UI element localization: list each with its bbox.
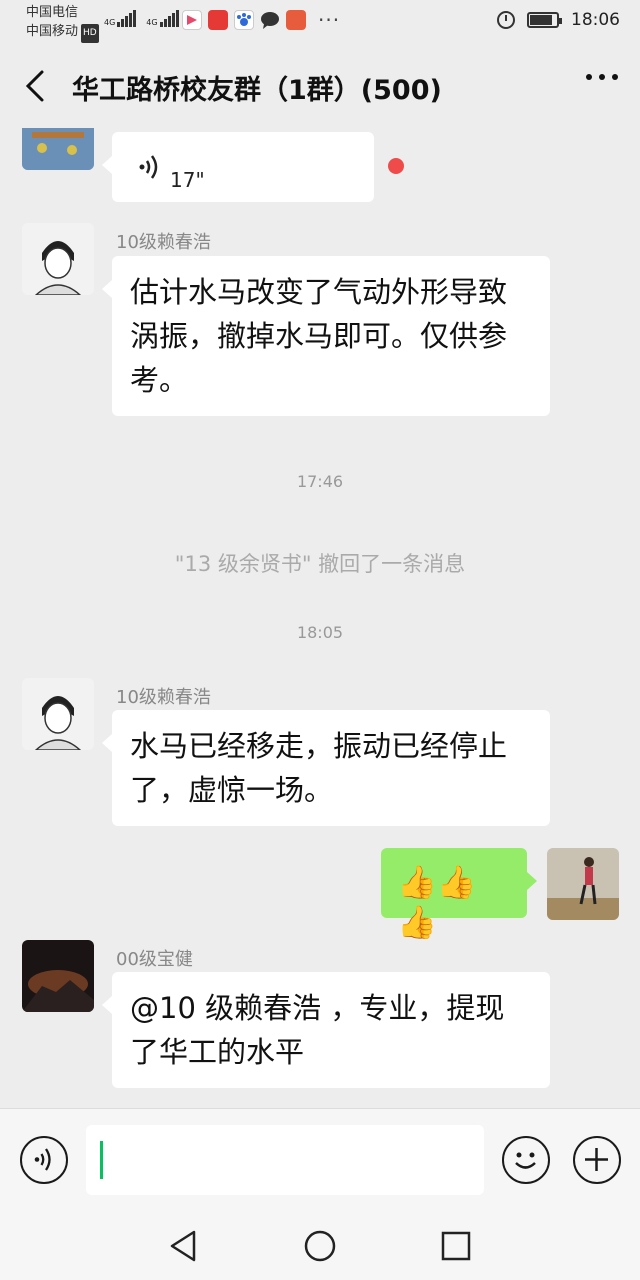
signal-icon: 4G xyxy=(104,10,137,27)
status-bar: 中国电信 中国移动 HD 4G 4G ··· 18:06 xyxy=(0,0,640,44)
message-list[interactable]: 17" 10级赖春浩 估计水马改变了气动外形导致涡振，撤掉水马即可。仅供参考。 … xyxy=(0,128,640,1108)
carrier-info: 中国电信 中国移动 HD xyxy=(26,3,99,43)
voice-wave-icon xyxy=(139,155,158,179)
battery-icon xyxy=(527,12,562,28)
recall-notice: "13 级余贤书" 撤回了一条消息 xyxy=(174,552,466,576)
alarm-icon xyxy=(497,11,515,29)
emoji-button[interactable] xyxy=(502,1136,550,1184)
signal-icon: 4G xyxy=(146,10,179,27)
dot-icon xyxy=(612,74,618,80)
carrier-2: 中国移动 xyxy=(26,24,79,39)
square-recents-icon xyxy=(441,1231,471,1261)
circle-home-icon xyxy=(304,1230,336,1262)
status-right: 18:06 xyxy=(497,10,620,30)
sender-name: 10级赖春浩 xyxy=(116,232,211,253)
avatar[interactable] xyxy=(22,940,94,1012)
dot-icon xyxy=(586,74,592,80)
avatar[interactable] xyxy=(22,223,94,295)
more-options-button[interactable] xyxy=(586,74,618,80)
message-bubble[interactable]: 估计水马改变了气动外形导致涡振，撤掉水马即可。仅供参考。 xyxy=(102,256,550,416)
app-notification-icon xyxy=(208,10,228,30)
nav-back-button[interactable] xyxy=(164,1226,204,1266)
message-bubble[interactable]: 水马已经移走，振动已经停止了，虚惊一场。 xyxy=(102,710,550,826)
back-button[interactable] xyxy=(22,68,54,104)
system-nav-bar xyxy=(0,1210,640,1280)
voice-input-button[interactable] xyxy=(20,1136,68,1184)
voice-duration: 17" xyxy=(170,168,205,192)
app-notification-icon xyxy=(182,10,202,30)
hd-badge: HD xyxy=(81,24,99,43)
timestamp: 18:05 xyxy=(296,623,344,642)
timestamp: 17:46 xyxy=(296,472,344,491)
thumbs-up-emoji: 👍👍👍 xyxy=(397,863,477,941)
text-caret xyxy=(100,1141,103,1179)
avatar[interactable] xyxy=(22,678,94,750)
triangle-back-icon xyxy=(170,1230,196,1262)
app-notification-icon xyxy=(286,10,306,30)
self-avatar[interactable] xyxy=(547,848,619,920)
voice-message[interactable]: 17" xyxy=(102,132,374,202)
message-bubble-self[interactable]: 👍👍👍 xyxy=(381,848,537,941)
carrier-1: 中国电信 xyxy=(26,5,79,20)
dot-icon xyxy=(599,74,605,80)
status-time: 18:06 xyxy=(571,10,620,30)
nav-recents-button[interactable] xyxy=(436,1226,476,1266)
more-notifications-icon: ··· xyxy=(318,8,341,32)
chevron-left-icon xyxy=(25,70,44,102)
chat-header: 华工路桥校友群（1群）(500) xyxy=(0,44,640,128)
notification-icons xyxy=(182,10,306,30)
unread-voice-dot xyxy=(388,158,404,174)
chat-title: 华工路桥校友群（1群）(500) xyxy=(72,75,442,106)
sender-name: 00级宝健 xyxy=(116,949,193,970)
chat-bubble-icon xyxy=(260,10,280,30)
signal-indicators: 4G 4G xyxy=(104,10,179,27)
add-more-button[interactable] xyxy=(573,1136,621,1184)
message-bubble[interactable]: @10 级赖春浩 ，专业，提现了华工的水平 xyxy=(102,972,550,1088)
nav-home-button[interactable] xyxy=(300,1226,340,1266)
message-input[interactable] xyxy=(86,1125,484,1195)
smiley-icon xyxy=(515,1152,536,1169)
plus-icon xyxy=(585,1148,608,1171)
voice-wave-icon xyxy=(34,1148,51,1171)
paw-icon xyxy=(234,10,254,30)
input-bar xyxy=(0,1108,640,1210)
avatar[interactable] xyxy=(22,128,94,170)
sender-name: 10级赖春浩 xyxy=(116,687,211,708)
